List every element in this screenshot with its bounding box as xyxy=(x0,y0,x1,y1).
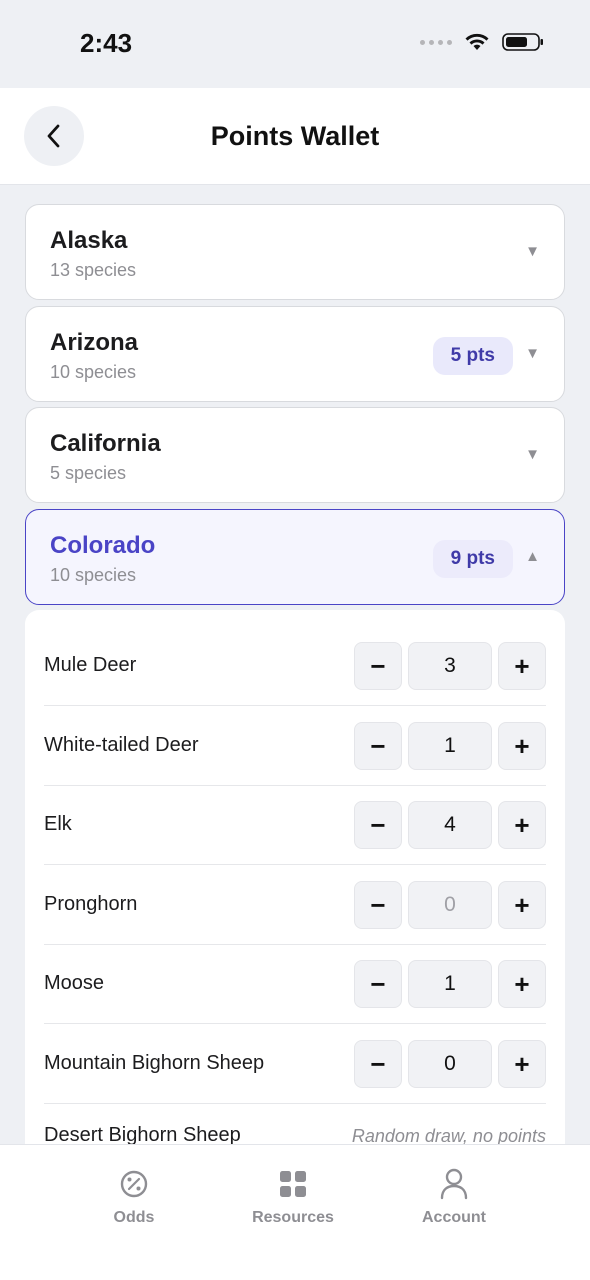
points-value[interactable]: 4 xyxy=(408,801,492,849)
species-row: Mountain Bighorn Sheep − 0 + xyxy=(44,1024,546,1104)
species-row: Mule Deer − 3 + xyxy=(44,626,546,706)
species-name: Pronghorn xyxy=(44,893,138,915)
wifi-icon xyxy=(465,33,489,50)
species-name: Mule Deer xyxy=(44,654,137,676)
status-time: 2:43 xyxy=(80,28,133,58)
increment-button[interactable]: + xyxy=(498,642,546,690)
points-stepper: − 1 + xyxy=(354,960,546,1008)
increment-button[interactable]: + xyxy=(498,881,546,929)
species-row: Desert Bighorn Sheep Random draw, no poi… xyxy=(44,1096,546,1144)
species-row: Pronghorn − 0 + xyxy=(44,865,546,945)
points-stepper: − 4 + xyxy=(354,801,546,849)
chevron-down-icon: ▼ xyxy=(525,243,540,260)
decrement-button[interactable]: − xyxy=(354,722,402,770)
chevron-down-icon: ▼ xyxy=(525,446,540,463)
species-name: Desert Bighorn Sheep xyxy=(44,1124,241,1144)
state-card-colorado[interactable]: Colorado 10 species 9 pts ▲ xyxy=(25,509,565,605)
state-name: California xyxy=(50,430,161,457)
state-card-arizona[interactable]: Arizona 10 species 5 pts ▼ xyxy=(25,306,565,402)
grid-icon xyxy=(233,1167,353,1201)
person-icon xyxy=(394,1167,514,1201)
species-name: Moose xyxy=(44,972,105,994)
increment-button[interactable]: + xyxy=(498,801,546,849)
state-name: Alaska xyxy=(50,227,128,254)
species-note: Random draw, no points xyxy=(351,1126,546,1144)
points-badge: 9 pts xyxy=(432,540,513,578)
increment-button[interactable]: + xyxy=(498,722,546,770)
points-value[interactable]: 0 xyxy=(408,881,492,929)
header: Points Wallet xyxy=(0,88,590,185)
tab-label: Resources xyxy=(252,1209,334,1226)
points-badge: 5 pts xyxy=(432,337,513,375)
species-row: Elk − 4 + xyxy=(44,785,546,865)
species-count: 13 species xyxy=(50,260,137,280)
species-name: Elk xyxy=(44,813,72,835)
points-value[interactable]: 0 xyxy=(408,1040,492,1088)
state-card-alaska[interactable]: Alaska 13 species ▼ xyxy=(25,204,565,300)
points-value[interactable]: 3 xyxy=(408,642,492,690)
species-name: White-tailed Deer xyxy=(44,734,199,756)
chevron-up-icon: ▲ xyxy=(525,548,540,565)
state-name: Colorado xyxy=(50,532,156,559)
species-count: 10 species xyxy=(50,565,137,585)
decrement-button[interactable]: − xyxy=(354,881,402,929)
battery-icon xyxy=(502,33,543,51)
tab-bar: Odds Resources Account xyxy=(0,1144,590,1280)
state-name: Arizona xyxy=(50,329,139,356)
tab-resources[interactable]: Resources xyxy=(233,1167,353,1227)
tab-label: Odds xyxy=(113,1209,155,1226)
status-icons xyxy=(420,32,544,52)
species-count: 10 species xyxy=(50,362,137,382)
state-list: Alaska 13 species ▼ Arizona 10 species 5… xyxy=(0,186,590,1144)
status-bar: 2:43 xyxy=(0,0,590,88)
decrement-button[interactable]: − xyxy=(354,960,402,1008)
points-value[interactable]: 1 xyxy=(408,722,492,770)
points-stepper: − 0 + xyxy=(354,1040,546,1088)
species-name: Mountain Bighorn Sheep xyxy=(44,1052,265,1074)
tab-odds[interactable]: Odds xyxy=(74,1167,194,1227)
species-row: White-tailed Deer − 1 + xyxy=(44,706,546,786)
decrement-button[interactable]: − xyxy=(354,801,402,849)
increment-button[interactable]: + xyxy=(498,1040,546,1088)
signal-icon xyxy=(420,39,452,45)
chevron-down-icon: ▼ xyxy=(525,345,540,362)
points-value[interactable]: 1 xyxy=(408,960,492,1008)
percent-circle-icon xyxy=(74,1167,194,1201)
species-row: Moose − 1 + xyxy=(44,944,546,1024)
species-count: 5 species xyxy=(50,463,127,483)
increment-button[interactable]: + xyxy=(498,960,546,1008)
tab-label: Account xyxy=(422,1209,486,1226)
points-stepper: − 0 + xyxy=(354,881,546,929)
species-panel: Mule Deer − 3 + White-tailed Deer − 1 + … xyxy=(25,610,565,1144)
page-title: Points Wallet xyxy=(210,121,380,151)
decrement-button[interactable]: − xyxy=(354,1040,402,1088)
tab-account[interactable]: Account xyxy=(394,1167,514,1227)
state-card-california[interactable]: California 5 species ▼ xyxy=(25,407,565,503)
points-stepper: − 1 + xyxy=(354,722,546,770)
points-stepper: − 3 + xyxy=(354,642,546,690)
decrement-button[interactable]: − xyxy=(354,642,402,690)
